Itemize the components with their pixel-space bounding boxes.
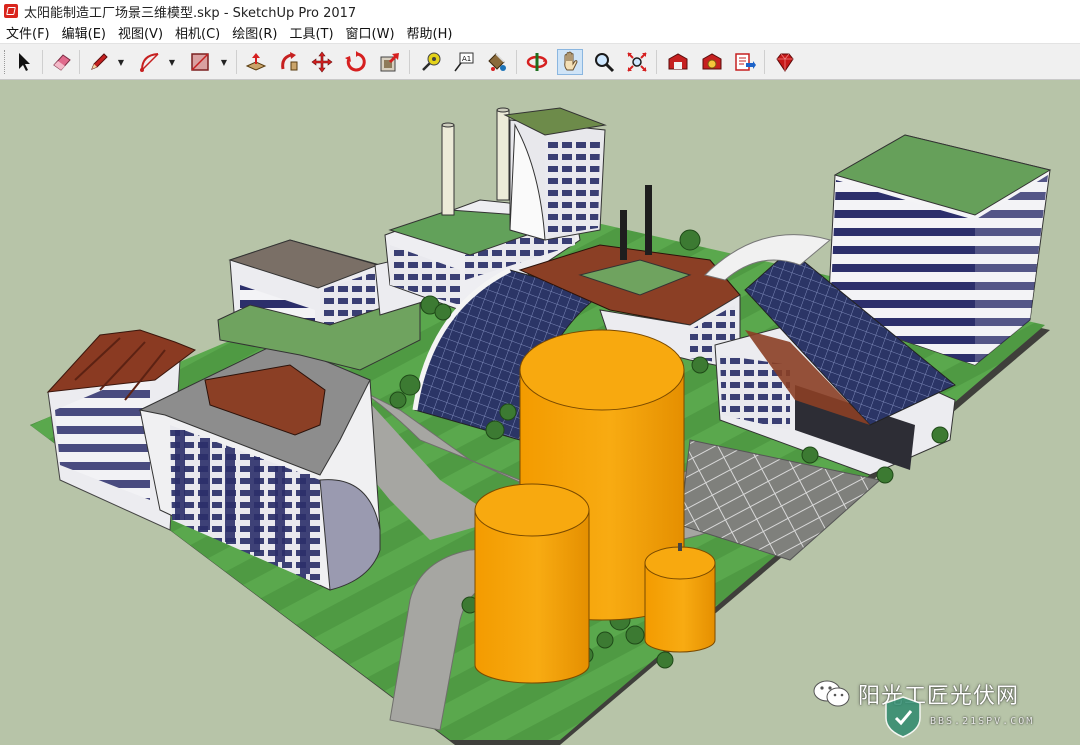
chimney-1 <box>441 124 455 216</box>
zoom-icon[interactable] <box>591 49 617 75</box>
toolbar-separator <box>516 50 517 74</box>
follow-me-icon[interactable] <box>276 49 302 75</box>
zoom-extents-icon[interactable] <box>624 49 650 75</box>
toolbar-separator <box>764 50 765 74</box>
arc-icon[interactable] <box>137 49 163 75</box>
push-pull-icon[interactable] <box>243 49 269 75</box>
menu-help[interactable]: 帮助(H) <box>401 23 459 42</box>
menu-bar: 文件(F) 编辑(E) 视图(V) 相机(C) 绘图(R) 工具(T) 窗口(W… <box>0 22 1080 43</box>
eraser-icon[interactable] <box>49 49 75 75</box>
toolbar-separator <box>236 50 237 74</box>
menu-window[interactable]: 窗口(W) <box>340 23 401 42</box>
arc-dropdown-icon[interactable]: ▼ <box>167 49 177 75</box>
pan-icon[interactable] <box>557 49 583 75</box>
chimney-4 <box>645 185 652 255</box>
orbit-icon[interactable] <box>524 49 550 75</box>
paint-bucket-icon[interactable] <box>483 49 509 75</box>
model-viewport[interactable] <box>0 80 1080 745</box>
menu-file[interactable]: 文件(F) <box>0 23 56 42</box>
tape-measure-icon[interactable] <box>418 49 444 75</box>
toolbar-separator <box>656 50 657 74</box>
forum-shield-logo-icon <box>885 696 921 738</box>
toolbar: ▼ ▼ ▼ A1 <box>0 43 1080 80</box>
wechat-icon <box>812 677 852 711</box>
sketchup-logo-icon <box>4 4 18 18</box>
pencil-dropdown-icon[interactable]: ▼ <box>116 49 126 75</box>
window-title: 太阳能制造工厂场景三维模型.skp - SketchUp Pro 2017 <box>24 5 357 21</box>
menu-edit[interactable]: 编辑(E) <box>56 23 112 42</box>
menu-draw[interactable]: 绘图(R) <box>226 23 283 42</box>
offset-icon[interactable] <box>377 49 403 75</box>
medium-storage-tank <box>474 483 590 684</box>
rectangle-icon[interactable] <box>187 49 213 75</box>
select-icon[interactable] <box>11 49 37 75</box>
title-bar: 太阳能制造工厂场景三维模型.skp - SketchUp Pro 2017 <box>0 0 1080 22</box>
rectangle-dropdown-icon[interactable]: ▼ <box>219 49 229 75</box>
chimney-3 <box>620 210 627 260</box>
svg-text:A1: A1 <box>462 55 471 63</box>
extension-warehouse-icon[interactable] <box>699 49 725 75</box>
move-icon[interactable] <box>309 49 335 75</box>
menu-tools[interactable]: 工具(T) <box>283 23 339 42</box>
rotate-icon[interactable] <box>343 49 369 75</box>
toolbar-separator <box>409 50 410 74</box>
menu-view[interactable]: 视图(V) <box>112 23 169 42</box>
ruby-icon[interactable] <box>772 49 798 75</box>
toolbar-grip[interactable] <box>4 50 8 74</box>
toolbar-separator <box>79 50 80 74</box>
text-icon[interactable]: A1 <box>451 49 477 75</box>
factory-3d-model[interactable] <box>0 80 1080 745</box>
pencil-icon[interactable] <box>86 49 112 75</box>
share-model-icon[interactable] <box>732 49 758 75</box>
watermark-subtext: BBS.21SPV.COM <box>930 716 1035 727</box>
menu-camera[interactable]: 相机(C) <box>169 23 226 42</box>
glass-tower <box>503 107 607 241</box>
warehouse-icon[interactable] <box>665 49 691 75</box>
small-storage-tank <box>644 543 716 653</box>
chimney-2 <box>496 109 510 201</box>
toolbar-separator <box>42 50 43 74</box>
